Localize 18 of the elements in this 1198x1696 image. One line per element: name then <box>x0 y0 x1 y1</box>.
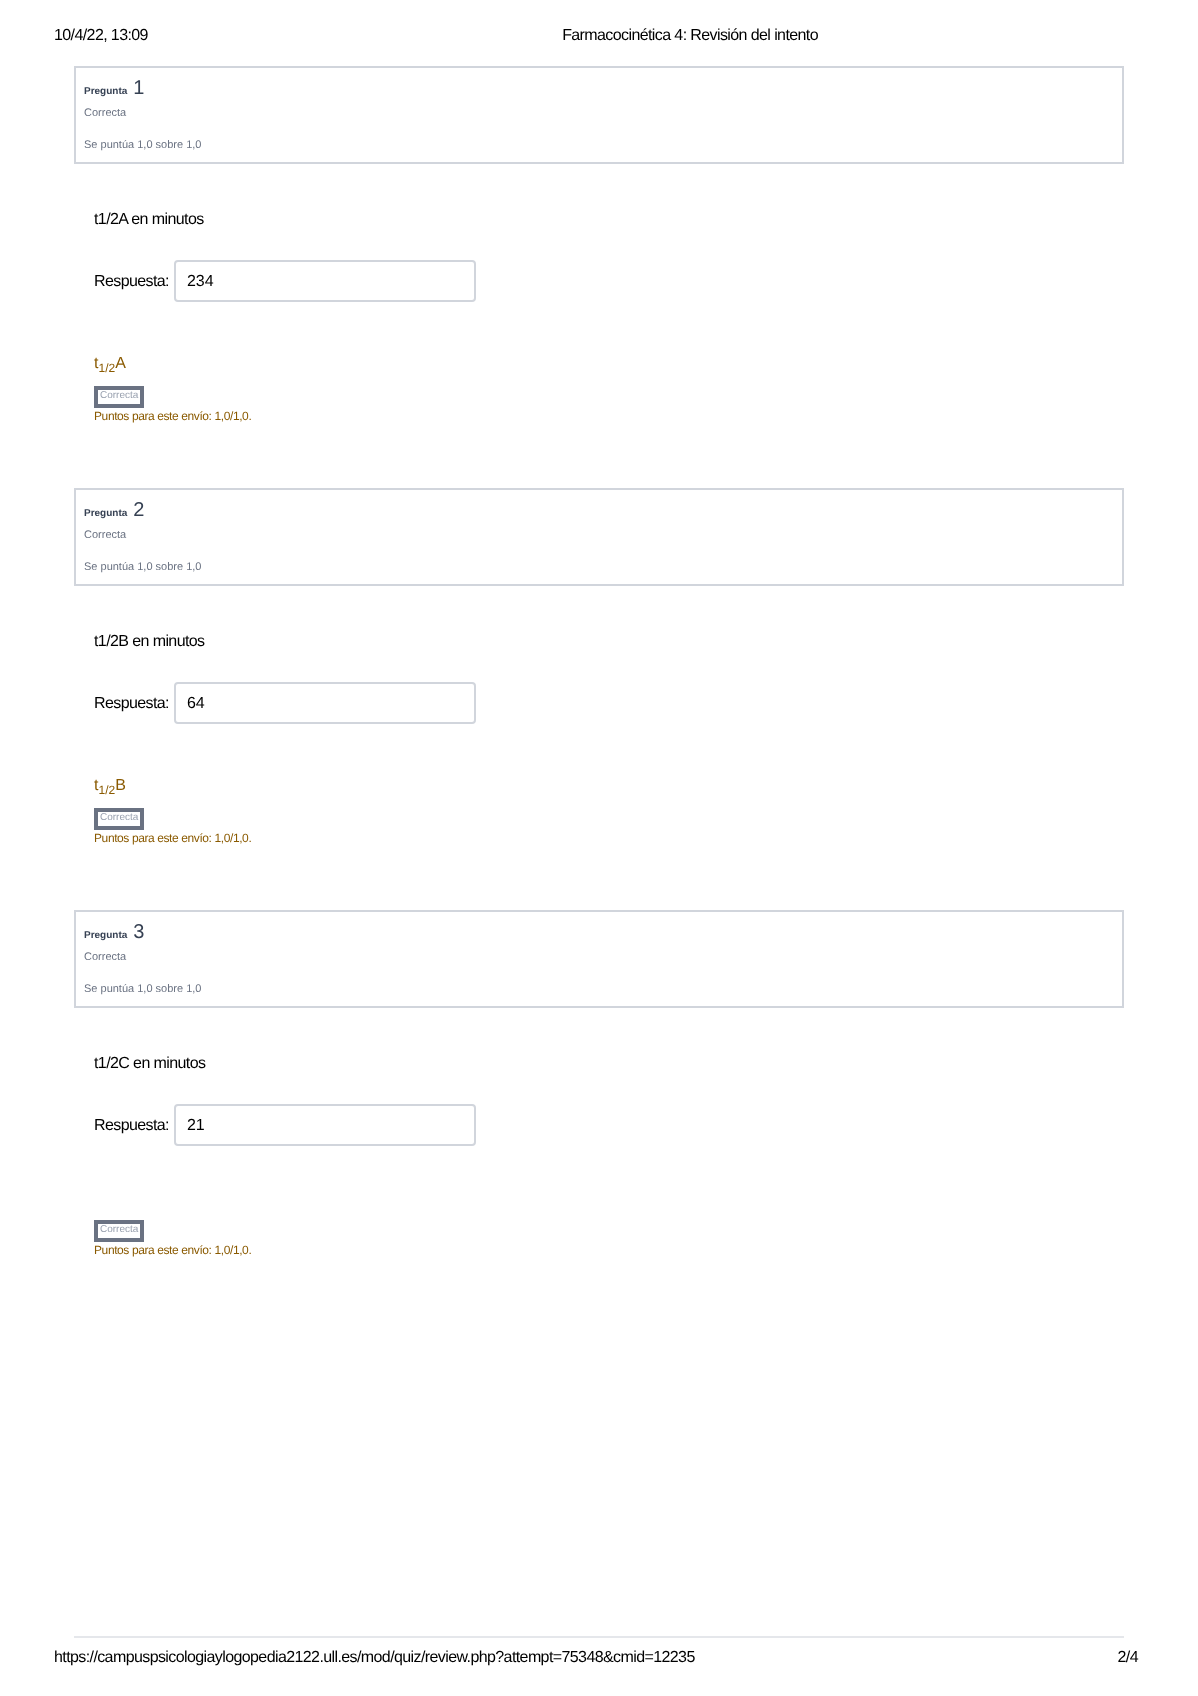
feedback-text: t$_{1/2}$A <box>94 352 126 376</box>
question-number: 2 <box>133 498 145 526</box>
answer-label: Respuesta: <box>94 691 169 715</box>
page-title: Farmacocinética 4: Revisión del intento <box>562 24 818 48</box>
print-date: 10/4/22, 13:09 <box>54 24 148 48</box>
answer-field[interactable]: 64 <box>174 682 477 724</box>
page-url: https://campuspsicologiaylogopedia2122.ull.es/mod/quiz/review.php?attempt=75348&cmid=12235 <box>54 1646 695 1670</box>
answer-field[interactable]: 234 <box>174 260 477 302</box>
question-text: t1/2C en minutos <box>94 1052 206 1076</box>
question-text: t1/2A en minutos <box>94 208 204 232</box>
answer-label: Respuesta: <box>94 1113 169 1137</box>
feedback-text: t$_{1/2}$B <box>94 774 126 798</box>
question-number: 3 <box>133 920 145 948</box>
question-text: t1/2B en minutos <box>94 630 205 654</box>
answer-label: Respuesta: <box>94 269 169 293</box>
answer-field[interactable]: 21 <box>174 1104 477 1146</box>
page-number: 2/4 <box>1117 1646 1138 1670</box>
question-number: 1 <box>133 76 145 104</box>
